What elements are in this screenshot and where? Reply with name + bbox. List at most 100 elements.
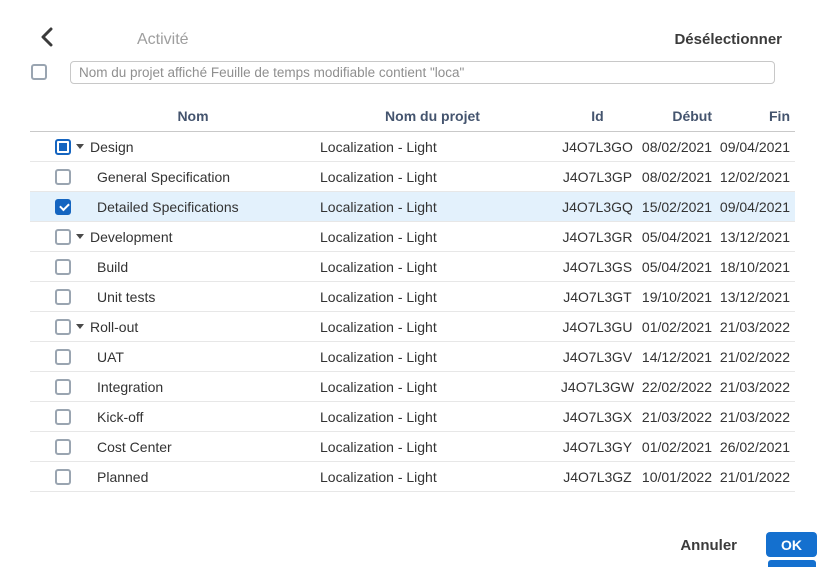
activity-name: UAT bbox=[97, 349, 124, 365]
activity-name-cell: Roll-out bbox=[76, 319, 310, 335]
table-row[interactable]: BuildLocalization - LightJ4O7L3GS05/04/2… bbox=[30, 252, 795, 282]
ok-button[interactable]: OK bbox=[766, 532, 817, 557]
activity-name-cell: Kick-off bbox=[76, 409, 310, 425]
table-row[interactable]: DesignLocalization - LightJ4O7L3GO08/02/… bbox=[30, 132, 795, 162]
start-date: 21/03/2022 bbox=[640, 409, 715, 425]
partially-visible-button bbox=[768, 560, 816, 567]
start-date: 19/10/2021 bbox=[640, 289, 715, 305]
end-date: 09/04/2021 bbox=[715, 139, 795, 155]
activity-name: Cost Center bbox=[97, 439, 172, 455]
start-date: 10/01/2022 bbox=[640, 469, 715, 485]
expand-caret-icon[interactable] bbox=[76, 324, 84, 329]
row-checkbox[interactable] bbox=[55, 169, 71, 185]
row-checkbox-cell bbox=[30, 139, 76, 155]
project-name: Localization - Light bbox=[310, 349, 555, 365]
table-row[interactable]: Cost Center Localization - LightJ4O7L3GY0… bbox=[30, 432, 795, 462]
row-checkbox[interactable] bbox=[55, 229, 71, 245]
row-checkbox-cell bbox=[30, 259, 76, 275]
start-date: 01/02/2021 bbox=[640, 319, 715, 335]
activity-picker-dialog: Activité Désélectionner Nom Nom du proje… bbox=[0, 0, 836, 567]
table-row[interactable]: PlannedLocalization - LightJ4O7L3GZ10/01… bbox=[30, 462, 795, 492]
table-row[interactable]: Unit testsLocalization - LightJ4O7L3GT19… bbox=[30, 282, 795, 312]
activity-id: J4O7L3GP bbox=[555, 169, 640, 185]
cancel-button[interactable]: Annuler bbox=[680, 537, 737, 554]
activity-id: J4O7L3GT bbox=[555, 289, 640, 305]
table-row[interactable]: IntegrationLocalization - LightJ4O7L3GW2… bbox=[30, 372, 795, 402]
end-date: 21/02/2022 bbox=[715, 349, 795, 365]
deselect-all-button[interactable]: Désélectionner bbox=[674, 31, 782, 48]
start-date: 05/04/2021 bbox=[640, 229, 715, 245]
row-checkbox[interactable] bbox=[55, 439, 71, 455]
end-date: 13/12/2021 bbox=[715, 229, 795, 245]
row-checkbox[interactable] bbox=[55, 139, 71, 155]
activity-id: J4O7L3GV bbox=[555, 349, 640, 365]
project-name: Localization - Light bbox=[310, 259, 555, 275]
page-title: Activité bbox=[137, 31, 189, 49]
activity-name-cell: Detailed Specifications bbox=[76, 199, 310, 215]
expand-caret-icon[interactable] bbox=[76, 144, 84, 149]
table-row[interactable]: UAT Localization - LightJ4O7L3GV14/12/202… bbox=[30, 342, 795, 372]
activity-id: J4O7L3GU bbox=[555, 319, 640, 335]
start-date: 01/02/2021 bbox=[640, 439, 715, 455]
row-checkbox[interactable] bbox=[55, 259, 71, 275]
activity-name-cell: Unit tests bbox=[76, 289, 310, 305]
activity-name-cell: Design bbox=[76, 139, 310, 155]
activity-name-cell: General Specification bbox=[76, 169, 310, 185]
activity-id: J4O7L3GR bbox=[555, 229, 640, 245]
end-date: 18/10/2021 bbox=[715, 259, 795, 275]
table-row[interactable]: Development Localization - LightJ4O7L3GR0… bbox=[30, 222, 795, 252]
activity-name: Development bbox=[90, 229, 173, 245]
table-row[interactable]: Detailed SpecificationsLocalization - Li… bbox=[30, 192, 795, 222]
expand-caret-icon[interactable] bbox=[76, 234, 84, 239]
back-button[interactable] bbox=[36, 28, 58, 50]
project-name: Localization - Light bbox=[310, 229, 555, 245]
start-date: 08/02/2021 bbox=[640, 169, 715, 185]
chevron-left-icon bbox=[40, 27, 54, 52]
activity-name-cell: UAT bbox=[76, 349, 310, 365]
end-date: 26/02/2021 bbox=[715, 439, 795, 455]
row-checkbox[interactable] bbox=[55, 379, 71, 395]
row-checkbox[interactable] bbox=[55, 319, 71, 335]
start-date: 22/02/2022 bbox=[640, 379, 715, 395]
row-checkbox[interactable] bbox=[55, 199, 71, 215]
activity-id: J4O7L3GQ bbox=[555, 199, 640, 215]
project-name: Localization - Light bbox=[310, 379, 555, 395]
activity-id: J4O7L3GO bbox=[555, 139, 640, 155]
activity-name-cell: Build bbox=[76, 259, 310, 275]
table-row[interactable]: Kick-offLocalization - LightJ4O7L3GX21/0… bbox=[30, 402, 795, 432]
activity-name: Design bbox=[90, 139, 134, 155]
row-checkbox-cell bbox=[30, 409, 76, 425]
activity-name: Planned bbox=[97, 469, 148, 485]
row-checkbox-cell bbox=[30, 289, 76, 305]
activity-id: J4O7L3GS bbox=[555, 259, 640, 275]
row-checkbox-cell bbox=[30, 469, 76, 485]
filter-input[interactable] bbox=[70, 61, 775, 84]
row-checkbox-cell bbox=[30, 349, 76, 365]
row-checkbox[interactable] bbox=[55, 469, 71, 485]
activity-name-cell: Development bbox=[76, 229, 310, 245]
column-header-debut: Début bbox=[640, 108, 715, 124]
activity-id: J4O7L3GY bbox=[555, 439, 640, 455]
column-header-nom-du-projet: Nom du projet bbox=[310, 108, 555, 124]
end-date: 21/03/2022 bbox=[715, 319, 795, 335]
activity-name: Integration bbox=[97, 379, 163, 395]
row-checkbox[interactable] bbox=[55, 289, 71, 305]
activity-name: Unit tests bbox=[97, 289, 155, 305]
activity-name-cell: Integration bbox=[76, 379, 310, 395]
project-name: Localization - Light bbox=[310, 169, 555, 185]
table-row[interactable]: General SpecificationLocalization - Ligh… bbox=[30, 162, 795, 192]
activity-table: Nom Nom du projet Id Début Fin DesignLoc… bbox=[30, 100, 795, 492]
row-checkbox[interactable] bbox=[55, 409, 71, 425]
filter-checkbox[interactable] bbox=[31, 64, 47, 80]
project-name: Localization - Light bbox=[310, 439, 555, 455]
row-checkbox-cell bbox=[30, 379, 76, 395]
activity-name: Kick-off bbox=[97, 409, 143, 425]
project-name: Localization - Light bbox=[310, 199, 555, 215]
start-date: 14/12/2021 bbox=[640, 349, 715, 365]
activity-name: Build bbox=[97, 259, 128, 275]
row-checkbox[interactable] bbox=[55, 349, 71, 365]
activity-name-cell: Cost Center bbox=[76, 439, 310, 455]
start-date: 15/02/2021 bbox=[640, 199, 715, 215]
column-header-nom: Nom bbox=[76, 108, 310, 124]
table-row[interactable]: Roll-outLocalization - LightJ4O7L3GU01/0… bbox=[30, 312, 795, 342]
